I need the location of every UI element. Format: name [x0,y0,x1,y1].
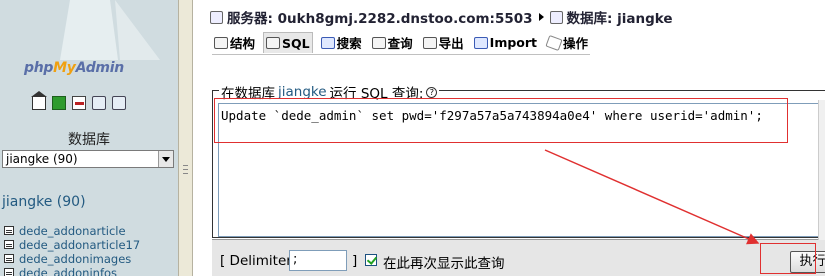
delimiter-close-bracket: ] [352,253,358,269]
delimiter-label: [ Delimiter [220,253,292,269]
table-list-item[interactable]: dede_addonarticle17 [4,238,140,252]
delimiter-input[interactable]: ; [289,250,347,271]
nav-icon-bar [31,91,126,110]
logo-my-text: My [53,60,76,76]
table-link[interactable]: dede_addonarticle17 [19,238,140,252]
databases-heading: 数据库 [68,132,110,148]
query-icon [371,36,386,49]
tab-structure[interactable]: 结构 [212,32,257,53]
logo-php-text: php [24,60,54,76]
help-icon[interactable]: ? [426,86,438,98]
operations-icon [545,34,563,51]
tab-operations[interactable]: 操作 [545,32,590,53]
tab-label: SQL [282,35,310,51]
table-icon[interactable] [4,268,14,276]
docs-icon-2[interactable] [112,96,126,110]
table-icon[interactable] [4,226,14,235]
frame-divider[interactable] [178,0,193,276]
tab-query[interactable]: 查询 [370,32,415,53]
tab-import[interactable]: Import [472,32,539,53]
current-database-link[interactable]: jiangke (90) [2,194,86,210]
home-icon[interactable] [31,91,47,110]
sql-icon [266,37,281,49]
tab-label: 结构 [230,36,256,51]
table-list-item[interactable]: dede_addonarticle [4,224,140,238]
database-select[interactable]: jiangke (90) [2,150,174,168]
exit-icon[interactable] [52,96,66,110]
server-icon [210,10,223,24]
table-icon[interactable] [4,254,14,263]
tab-label: 查询 [387,36,413,51]
tab-label: 搜索 [336,36,362,51]
table-icon[interactable] [4,240,14,249]
table-list-item[interactable]: dede_addoninfos [4,266,140,276]
phpmyadmin-logo[interactable]: phpMyAdmin [24,60,124,76]
tab-bar: 结构 SQL 搜索 查询 导出 Import 操作 [212,32,591,55]
breadcrumb-arrow-icon [538,13,544,21]
navigation-frame: phpMyAdmin 数据库 jiangke (90) jiangke (90)… [0,0,178,276]
breadcrumb: 服务器: 0ukh8gmj.2282.dnstoo.com:5503 数据库: … [210,7,673,27]
tab-label: Import [489,35,538,50]
table-link[interactable]: dede_addonimages [19,252,131,266]
tab-search[interactable]: 搜索 [319,32,364,53]
tab-sql[interactable]: SQL [263,32,313,53]
textarea-scrollbar[interactable] [818,100,825,240]
docs-icon[interactable] [92,96,106,110]
table-list-item[interactable]: dede_addonimages [4,252,140,266]
resize-grip-icon[interactable] [183,165,188,174]
sailboat-watermark [60,0,160,60]
database-icon [549,10,563,24]
structure-icon [214,36,228,49]
import-icon [473,36,488,49]
database-select-value: jiangke (90) [6,152,78,166]
breadcrumb-server[interactable]: 服务器: 0ukh8gmj.2282.dnstoo.com:5503 [227,7,533,27]
logo-admin-text: Admin [75,60,125,76]
show-query-again-label[interactable]: 在此再次显示此查询 [383,252,505,272]
tab-export[interactable]: 导出 [421,32,466,53]
tab-label: 操作 [563,36,589,51]
query-highlight-box [214,98,788,143]
go-button-highlight-box [760,243,816,274]
table-link[interactable]: dede_addoninfos [19,266,117,276]
tab-label: 导出 [438,36,464,51]
table-link[interactable]: dede_addonarticle [19,224,126,238]
chevron-down-icon[interactable] [158,151,173,167]
query-options-bar: [ Delimiter ; ] 在此再次显示此查询 执行 [212,239,825,276]
export-icon [422,36,437,49]
search-icon [320,36,335,49]
breadcrumb-database[interactable]: 数据库: jiangke [567,7,673,27]
table-list: dede_addonarticle dede_addonarticle17 de… [4,224,140,276]
sql-icon[interactable] [72,96,86,110]
show-query-again-checkbox[interactable] [365,254,377,266]
